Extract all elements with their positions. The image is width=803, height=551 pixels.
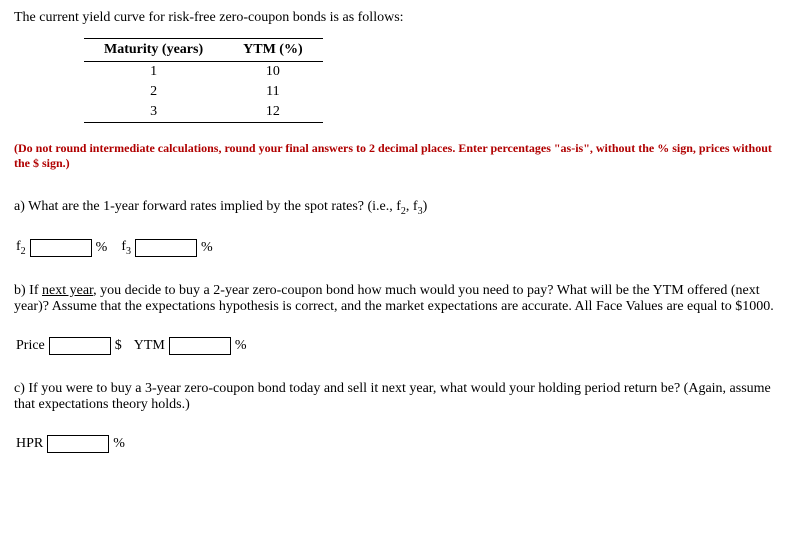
percent-label: % [235, 338, 247, 354]
table-row: 3 12 [84, 102, 323, 123]
qb-underline: next year [42, 283, 93, 298]
table-cell: 11 [223, 82, 323, 102]
hpr-label: HPR [16, 436, 43, 452]
qa-mid: , f [406, 199, 418, 214]
table-row: 2 11 [84, 82, 323, 102]
price-input[interactable] [49, 337, 111, 355]
qb-text1: b) If [14, 283, 42, 298]
qb-text2: , you decide to buy a 2-year zero-coupon… [14, 283, 774, 314]
table-cell: 12 [223, 102, 323, 123]
percent-label: % [113, 436, 125, 452]
qa-text: a) What are the 1-year forward rates imp… [14, 199, 401, 214]
percent-label: % [96, 240, 108, 256]
ytm-label: YTM [134, 338, 165, 354]
table-header-ytm: YTM (%) [223, 39, 323, 62]
table-cell: 3 [84, 102, 223, 123]
question-c: c) If you were to buy a 3-year zero-coup… [14, 381, 789, 413]
answer-b-line: Price $ YTM % [14, 337, 789, 355]
table-cell: 2 [84, 82, 223, 102]
question-a: a) What are the 1-year forward rates imp… [14, 199, 789, 217]
f3-input[interactable] [135, 239, 197, 257]
table-header-maturity: Maturity (years) [84, 39, 223, 62]
table-cell: 10 [223, 62, 323, 83]
yield-table: Maturity (years) YTM (%) 1 10 2 11 3 12 [84, 38, 323, 123]
dollar-label: $ [115, 338, 122, 354]
f2-input[interactable] [30, 239, 92, 257]
f3-label: f3 [121, 239, 131, 257]
warning-text: (Do not round intermediate calculations,… [14, 141, 789, 171]
price-label: Price [16, 338, 45, 354]
question-b: b) If next year, you decide to buy a 2-y… [14, 283, 789, 315]
answer-c-line: HPR % [14, 435, 789, 453]
intro-text: The current yield curve for risk-free ze… [14, 10, 789, 26]
hpr-input[interactable] [47, 435, 109, 453]
table-row: 1 10 [84, 62, 323, 83]
table-cell: 1 [84, 62, 223, 83]
ytm-input[interactable] [169, 337, 231, 355]
percent-label: % [201, 240, 213, 256]
f2-label: f2 [16, 239, 26, 257]
qa-suffix: ) [423, 199, 428, 214]
answer-a-line: f2 % f3 % [14, 239, 789, 257]
